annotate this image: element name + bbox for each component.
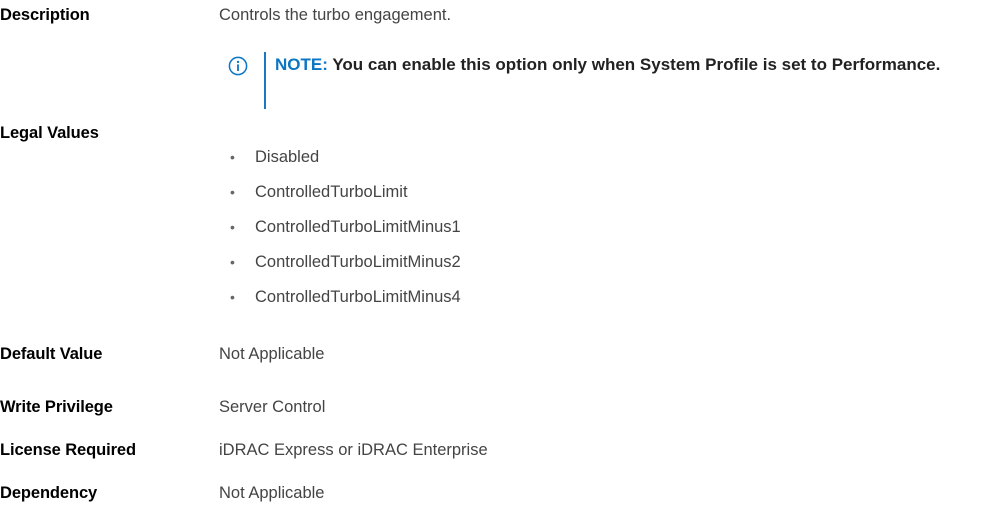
description-label: Description [0,6,90,24]
default-value-value: Not Applicable [219,345,325,363]
description-value: Controls the turbo engagement. [219,6,452,24]
attribute-reference-page: Description Controls the turbo engagemen… [0,0,988,507]
bullet-icon: • [230,149,235,165]
license-required-label: License Required [0,441,136,459]
bullet-icon: • [230,254,235,270]
dependency-label: Dependency [0,484,98,502]
default-value-label: Default Value [0,345,103,363]
legal-values-label: Legal Values [0,124,99,142]
write-privilege-value: Server Control [219,398,326,416]
note-divider [264,52,266,109]
note-callout: NOTE: You can enable this option only wh… [228,49,988,109]
note-text: NOTE: You can enable this option only wh… [275,51,988,78]
license-required-value: iDRAC Express or iDRAC Enterprise [219,441,488,459]
note-prefix: NOTE: [275,55,333,74]
write-privilege-label: Write Privilege [0,398,113,416]
bullet-icon: • [230,184,235,200]
list-item: • ControlledTurboLimitMinus4 [219,280,461,315]
list-item: • ControlledTurboLimitMinus2 [219,245,461,280]
list-item: • Disabled [219,140,461,175]
list-item: • ControlledTurboLimit [219,175,461,210]
legal-values-list: • Disabled • ControlledTurboLimit • Control… [219,140,461,315]
list-item: • ControlledTurboLimitMinus1 [219,210,461,245]
info-circle-icon [228,56,248,76]
bullet-icon: • [230,219,235,235]
note-body: You can enable this option only when Sys… [332,55,941,74]
bullet-icon: • [230,289,235,305]
dependency-value: Not Applicable [219,484,325,502]
